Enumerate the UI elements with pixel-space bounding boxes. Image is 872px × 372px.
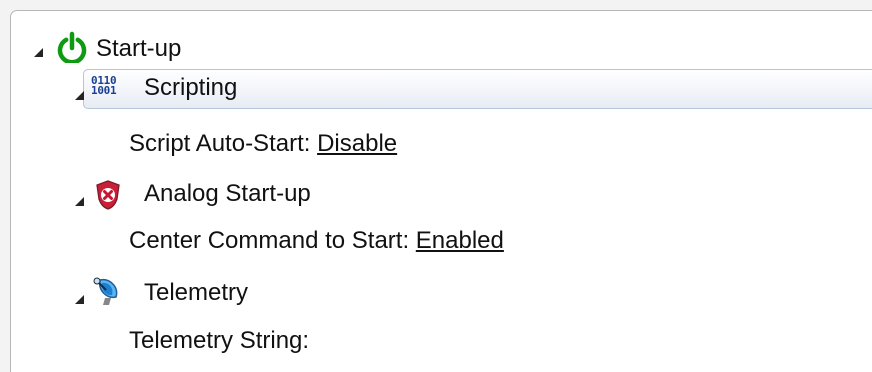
tree-item-scripting[interactable]: 0110 1001 Scripting: [11, 64, 872, 112]
expand-collapse-icon[interactable]: [75, 91, 84, 100]
satellite-dish-icon: [91, 274, 125, 308]
center-command-to-start-value-link[interactable]: Enabled: [416, 227, 504, 254]
expand-collapse-icon[interactable]: [75, 197, 84, 206]
telemetry-string-label: Telemetry String:: [129, 327, 310, 354]
telemetry-label: Telemetry: [144, 279, 249, 306]
tree-item-telemetry[interactable]: Telemetry: [11, 266, 872, 314]
expand-collapse-icon[interactable]: [34, 48, 43, 57]
property-telemetry-string: Telemetry String:: [11, 315, 872, 363]
property-script-auto-start: Script Auto-Start: Disable: [11, 120, 872, 168]
tree-item-analog-startup[interactable]: Analog Start-up: [11, 168, 872, 216]
script-auto-start-value-link[interactable]: Disable: [317, 130, 397, 157]
power-icon: [56, 31, 88, 65]
property-center-command-to-start: Center Command to Start: Enabled: [11, 217, 872, 265]
center-command-to-start-label: Center Command to Start:: [129, 227, 410, 254]
binary-code-icon: 0110 1001: [91, 74, 117, 97]
expand-collapse-icon[interactable]: [75, 295, 84, 304]
shield-error-icon: [93, 179, 123, 211]
startup-tree-panel: Start-up 0110 1001 Scripting Script Auto…: [10, 10, 872, 372]
analog-startup-label: Analog Start-up: [144, 180, 311, 207]
startup-label: Start-up: [96, 35, 182, 62]
scripting-label: Scripting: [144, 74, 238, 101]
script-auto-start-label: Script Auto-Start:: [129, 130, 311, 157]
